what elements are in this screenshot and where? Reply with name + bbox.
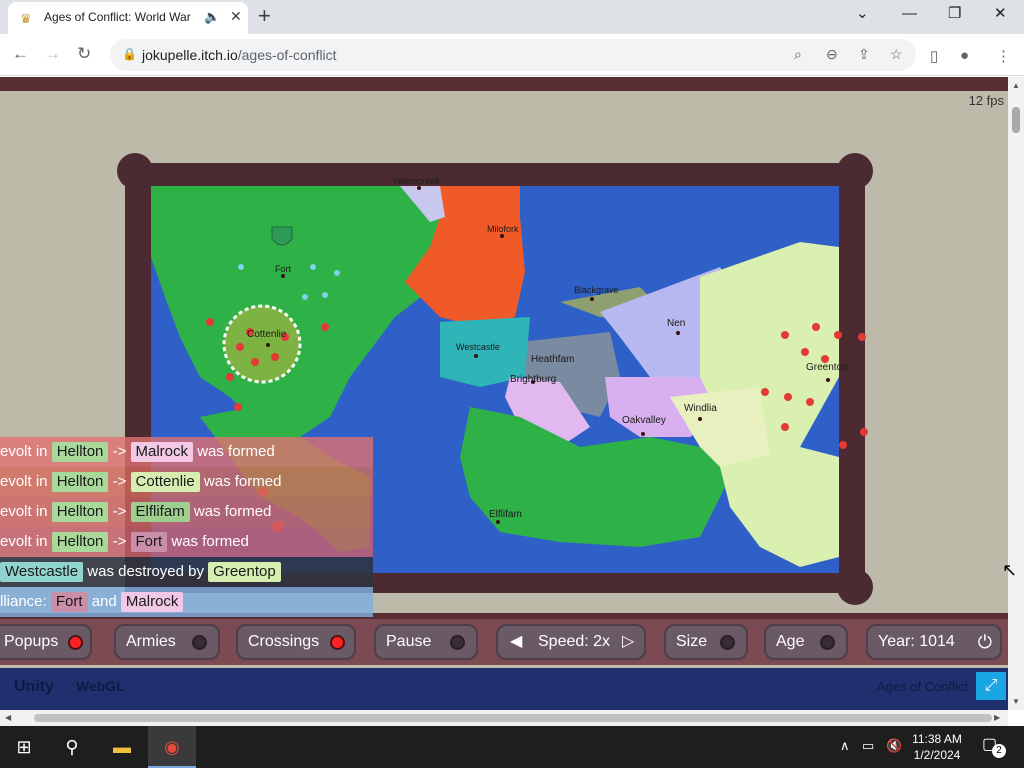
forward-button[interactable]: → (44, 44, 61, 64)
city-label: Elflifam (489, 509, 522, 520)
reload-button[interactable]: ↻ (77, 44, 91, 64)
scroll-thumb[interactable] (1012, 107, 1020, 133)
size-indicator (720, 635, 735, 650)
search-icon[interactable]: ⌕ (794, 46, 802, 63)
profile-avatar-icon[interactable]: ● (960, 47, 969, 64)
restore-button[interactable]: ❐ (948, 4, 961, 24)
tab-search-icon[interactable]: ⌄ (856, 4, 869, 24)
new-tab-button[interactable]: + (258, 4, 271, 28)
back-button[interactable]: ← (12, 44, 29, 64)
unity-logo: Unity (14, 678, 54, 695)
vertical-scrollbar[interactable]: ▲ ▼ (1008, 77, 1024, 710)
event-row: evolt in Hellton -> Malrock was formed (0, 437, 373, 467)
mouse-cursor-icon: ↖ (1002, 560, 1018, 580)
game-canvas[interactable]: 12 fps Yellowcreek Milofork Fort Cottenl… (0, 77, 1008, 710)
age-toggle[interactable]: Age (764, 624, 848, 660)
event-row: lliance: Fort and Malrock (0, 587, 373, 617)
clock[interactable]: 11:38 AM 1/2/2024 (896, 731, 978, 763)
browser-tab[interactable]: ♛ Ages of Conflict: World War 🔈 ✕ (8, 2, 248, 34)
city-label: Fort (275, 264, 292, 274)
city-label: Greenton (806, 362, 848, 373)
city-label: Cottenlie (247, 329, 287, 340)
event-log: evolt in Hellton -> Malrock was formed e… (0, 437, 373, 617)
scroll-down-icon[interactable]: ▼ (1012, 697, 1020, 706)
event-row: Westcastle was destroyed by Greentop (0, 557, 373, 587)
browser-tab-strip: ♛ Ages of Conflict: World War 🔈 ✕ + ⌄ — … (0, 0, 1024, 34)
city-label: Brightburg (510, 374, 557, 385)
crown-icon: ♛ (20, 11, 32, 26)
armies-toggle[interactable]: Armies (114, 624, 220, 660)
popups-indicator (68, 635, 83, 650)
city-label: Milofork (487, 224, 519, 234)
city-label: Nen (667, 318, 686, 329)
event-row: evolt in Hellton -> Cottenlie was formed (0, 467, 373, 497)
pause-indicator (450, 635, 465, 650)
show-hidden-icons-icon[interactable]: ∧ (840, 738, 850, 754)
bookmark-star-icon[interactable]: ☆ (890, 46, 903, 63)
scroll-left-icon[interactable]: ◀ (5, 713, 11, 722)
speed-decrease-icon[interactable]: ◀ (510, 626, 522, 658)
url-text: jokupelle.itch.io/ages-of-conflict (142, 47, 337, 63)
notification-center-icon[interactable]: ▢ 2 (982, 734, 1006, 758)
event-row: evolt in Hellton -> Fort was formed (0, 527, 373, 557)
notification-count-badge: 2 (992, 744, 1006, 758)
close-tab-icon[interactable]: ✕ (230, 8, 242, 25)
year-display[interactable]: Year: 1014 ⏻ (866, 624, 1002, 660)
city-label: Heathfam (531, 354, 575, 365)
windows-start-icon[interactable]: ⊞ (0, 726, 48, 768)
lock-icon[interactable]: 🔒 (122, 47, 137, 61)
network-icon[interactable]: ▭ (862, 738, 874, 754)
share-icon[interactable]: ⇪ (858, 46, 870, 63)
popups-toggle[interactable]: Popups (0, 624, 92, 660)
speaker-icon[interactable]: 🔈 (204, 9, 220, 25)
size-toggle[interactable]: Size (664, 624, 748, 660)
pause-toggle[interactable]: Pause (374, 624, 478, 660)
close-window-button[interactable]: ✕ (994, 4, 1007, 24)
menu-kebab-icon[interactable]: ⋮ (996, 47, 1011, 65)
city-label: Oakvalley (622, 415, 666, 426)
webgl-logo: WebGL (76, 678, 125, 694)
unity-footer: Unity WebGL Ages of Conflict ⤢ (0, 668, 1008, 710)
search-icon[interactable]: ⚲ (48, 726, 96, 768)
fullscreen-icon[interactable]: ⤢ (976, 672, 1006, 700)
age-indicator (820, 635, 835, 650)
browser-toolbar: ← → ↻ 🔒 jokupelle.itch.io/ages-of-confli… (0, 34, 1024, 76)
game-control-bar: Popups Armies Crossings Pause ◀ Speed: 2… (0, 619, 1008, 665)
tab-title: Ages of Conflict: World War (44, 10, 191, 24)
scroll-up-icon[interactable]: ▲ (1012, 81, 1020, 90)
city-label: Blackgrave (574, 285, 619, 295)
zoom-out-icon[interactable]: ⊖ (826, 46, 838, 63)
game-title: Ages of Conflict (876, 679, 968, 694)
scroll-thumb[interactable] (34, 714, 992, 722)
scroll-right-icon[interactable]: ▶ (994, 713, 1000, 722)
address-bar[interactable]: 🔒 jokupelle.itch.io/ages-of-conflict ⌕ ⊖… (110, 39, 916, 71)
armies-indicator (192, 635, 207, 650)
chrome-icon[interactable]: ◉ (148, 726, 196, 768)
clock-time: 11:38 AM (912, 732, 962, 746)
horizontal-scrollbar[interactable]: ◀ ▶ (0, 710, 1008, 726)
city-label: Yellowcreek (392, 176, 440, 186)
speed-increase-icon[interactable]: ▷ (622, 626, 634, 658)
speed-control[interactable]: ◀ Speed: 2x ▷ (496, 624, 646, 660)
side-panel-icon[interactable]: ▯ (930, 47, 938, 65)
file-explorer-icon[interactable]: ▬ (98, 726, 146, 768)
event-row: evolt in Hellton -> Elflifam was formed (0, 497, 373, 527)
clock-date: 1/2/2024 (913, 748, 961, 762)
city-label: Windlia (684, 403, 717, 414)
crossings-toggle[interactable]: Crossings (236, 624, 356, 660)
minimize-button[interactable]: — (902, 4, 917, 24)
city-label: Westcastle (456, 342, 500, 352)
crossings-indicator (330, 635, 345, 650)
power-icon[interactable]: ⏻ (978, 626, 992, 658)
windows-taskbar: ⊞ ⚲ ▬ ◉ ∧ ▭ 🔇 11:38 AM 1/2/2024 ▢ 2 (0, 726, 1024, 768)
